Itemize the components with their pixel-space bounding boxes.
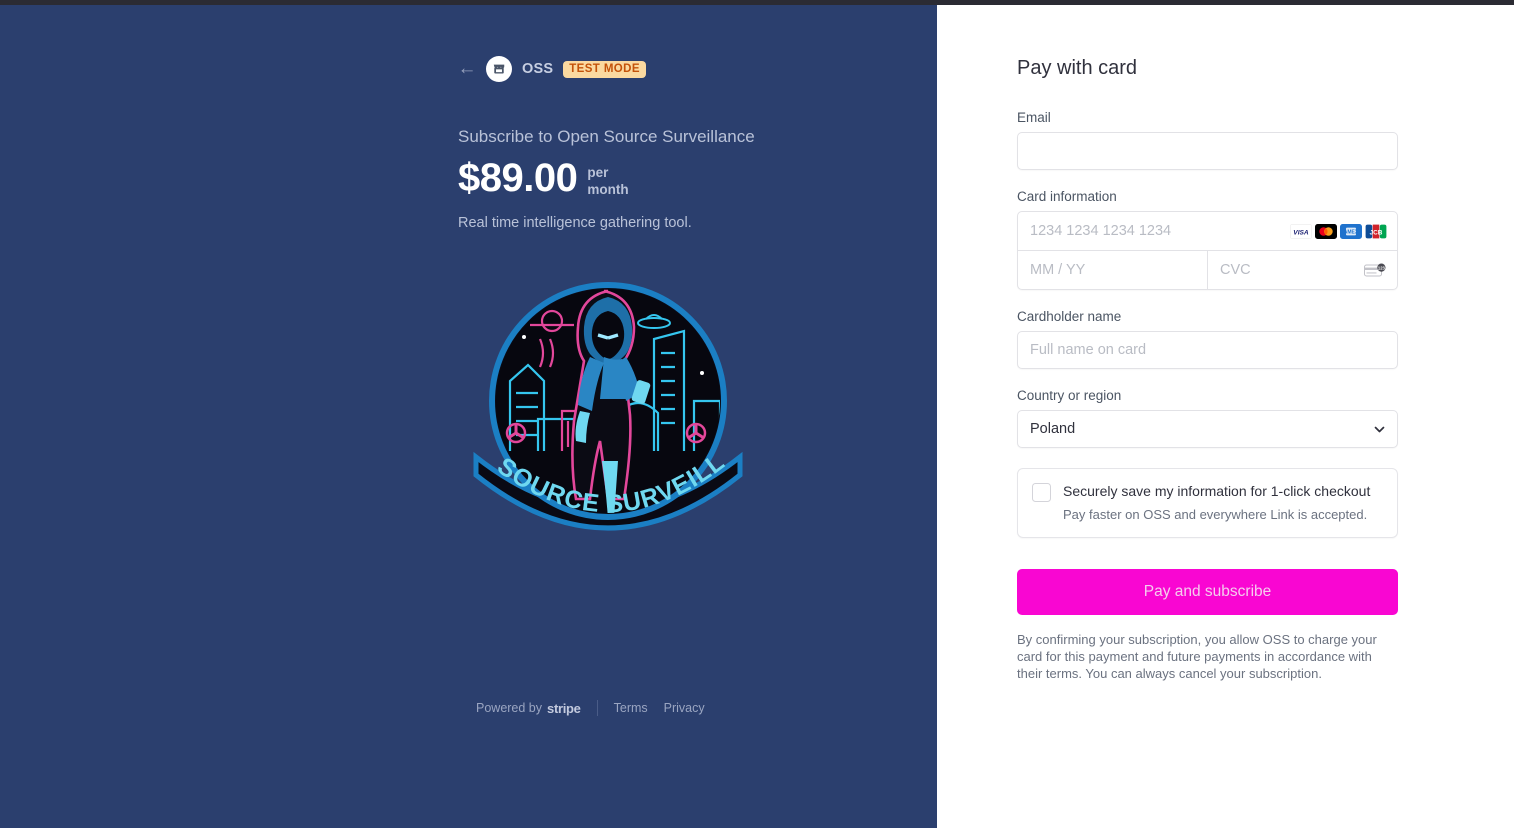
stripe-logo: stripe <box>547 700 581 716</box>
back-arrow-icon[interactable]: ← <box>458 59 477 78</box>
merchant-avatar <box>486 56 512 82</box>
card-information-box: VISA <box>1017 211 1398 290</box>
merchant-name: OSS <box>522 61 554 77</box>
payment-form-panel: Pay with card Email Card information 123… <box>937 5 1514 828</box>
cardholder-name-input[interactable] <box>1017 331 1398 369</box>
product-image: OPEN SOURCE SURVEILLANCE <box>448 239 758 561</box>
email-group: Email <box>1017 110 1398 170</box>
link-save-info-box[interactable]: Securely save my information for 1-click… <box>1017 468 1398 538</box>
card-expiry-input[interactable] <box>1018 252 1207 288</box>
price-row: $89.00 per month <box>458 158 937 198</box>
svg-text:VISA: VISA <box>1293 229 1309 236</box>
card-expiry-cvc-row: 123 <box>1018 250 1397 289</box>
amex-icon: AMEX <box>1340 223 1362 239</box>
footer: Powered by stripe Terms Privacy <box>476 700 705 716</box>
link-save-info-title: Securely save my information for 1-click… <box>1063 483 1371 499</box>
checkout-page: ← OSS TEST MODE Subscribe to Open Source… <box>0 5 1514 828</box>
country-select[interactable]: Poland <box>1017 410 1398 448</box>
country-group: Country or region Poland <box>1017 388 1398 448</box>
cardholder-group: Cardholder name <box>1017 309 1398 369</box>
expiry-cell <box>1018 251 1207 289</box>
cardholder-label: Cardholder name <box>1017 309 1122 324</box>
subscribe-title: Subscribe to Open Source Surveillance <box>458 127 755 146</box>
email-label: Email <box>1017 110 1051 125</box>
pay-and-subscribe-button[interactable]: Pay and subscribe <box>1017 569 1398 615</box>
svg-text:AMEX: AMEX <box>1344 229 1359 235</box>
footer-divider <box>596 700 598 716</box>
country-select-wrap: Poland <box>1017 410 1398 448</box>
cvc-card-icon: 123 <box>1364 263 1387 278</box>
merchant-header: ← OSS TEST MODE <box>458 50 937 88</box>
email-input[interactable] <box>1017 132 1398 170</box>
test-mode-badge: TEST MODE <box>563 60 646 78</box>
storefront-icon <box>493 64 505 74</box>
price-amount: $89.00 <box>458 156 578 200</box>
powered-by-stripe[interactable]: Powered by stripe <box>476 701 581 716</box>
jcb-icon: JCB <box>1365 223 1387 239</box>
mastercard-icon <box>1315 223 1337 239</box>
card-information-label: Card information <box>1017 189 1117 204</box>
link-save-info-subtitle: Pay faster on OSS and everywhere Link is… <box>1063 507 1368 522</box>
link-save-info-checkbox[interactable] <box>1032 483 1051 502</box>
svg-text:JCB: JCB <box>1370 229 1383 236</box>
interval-per: per <box>587 165 609 180</box>
terms-link[interactable]: Terms <box>614 701 648 715</box>
price-interval: per month <box>587 164 628 198</box>
powered-by-label: Powered by <box>476 701 543 715</box>
open-source-surveillance-badge: OPEN SOURCE SURVEILLANCE <box>448 239 743 531</box>
cvc-cell: 123 <box>1207 251 1397 289</box>
svg-text:123: 123 <box>1378 265 1386 270</box>
country-label: Country or region <box>1017 388 1122 403</box>
card-information-group: Card information VISA <box>1017 189 1398 290</box>
order-summary-panel: ← OSS TEST MODE Subscribe to Open Source… <box>0 5 937 828</box>
card-number-row: VISA <box>1018 212 1397 250</box>
interval-unit: month <box>587 182 629 197</box>
visa-icon: VISA <box>1290 223 1312 239</box>
product-description: Real time intelligence gathering tool. <box>458 215 692 231</box>
legal-disclaimer: By confirming your subscription, you all… <box>1017 632 1377 681</box>
link-save-info-text: Securely save my information for 1-click… <box>1063 482 1370 523</box>
page-title: Pay with card <box>1017 57 1138 79</box>
card-brand-icons: VISA AMEX JCB <box>1290 223 1387 239</box>
privacy-link[interactable]: Privacy <box>664 701 705 715</box>
